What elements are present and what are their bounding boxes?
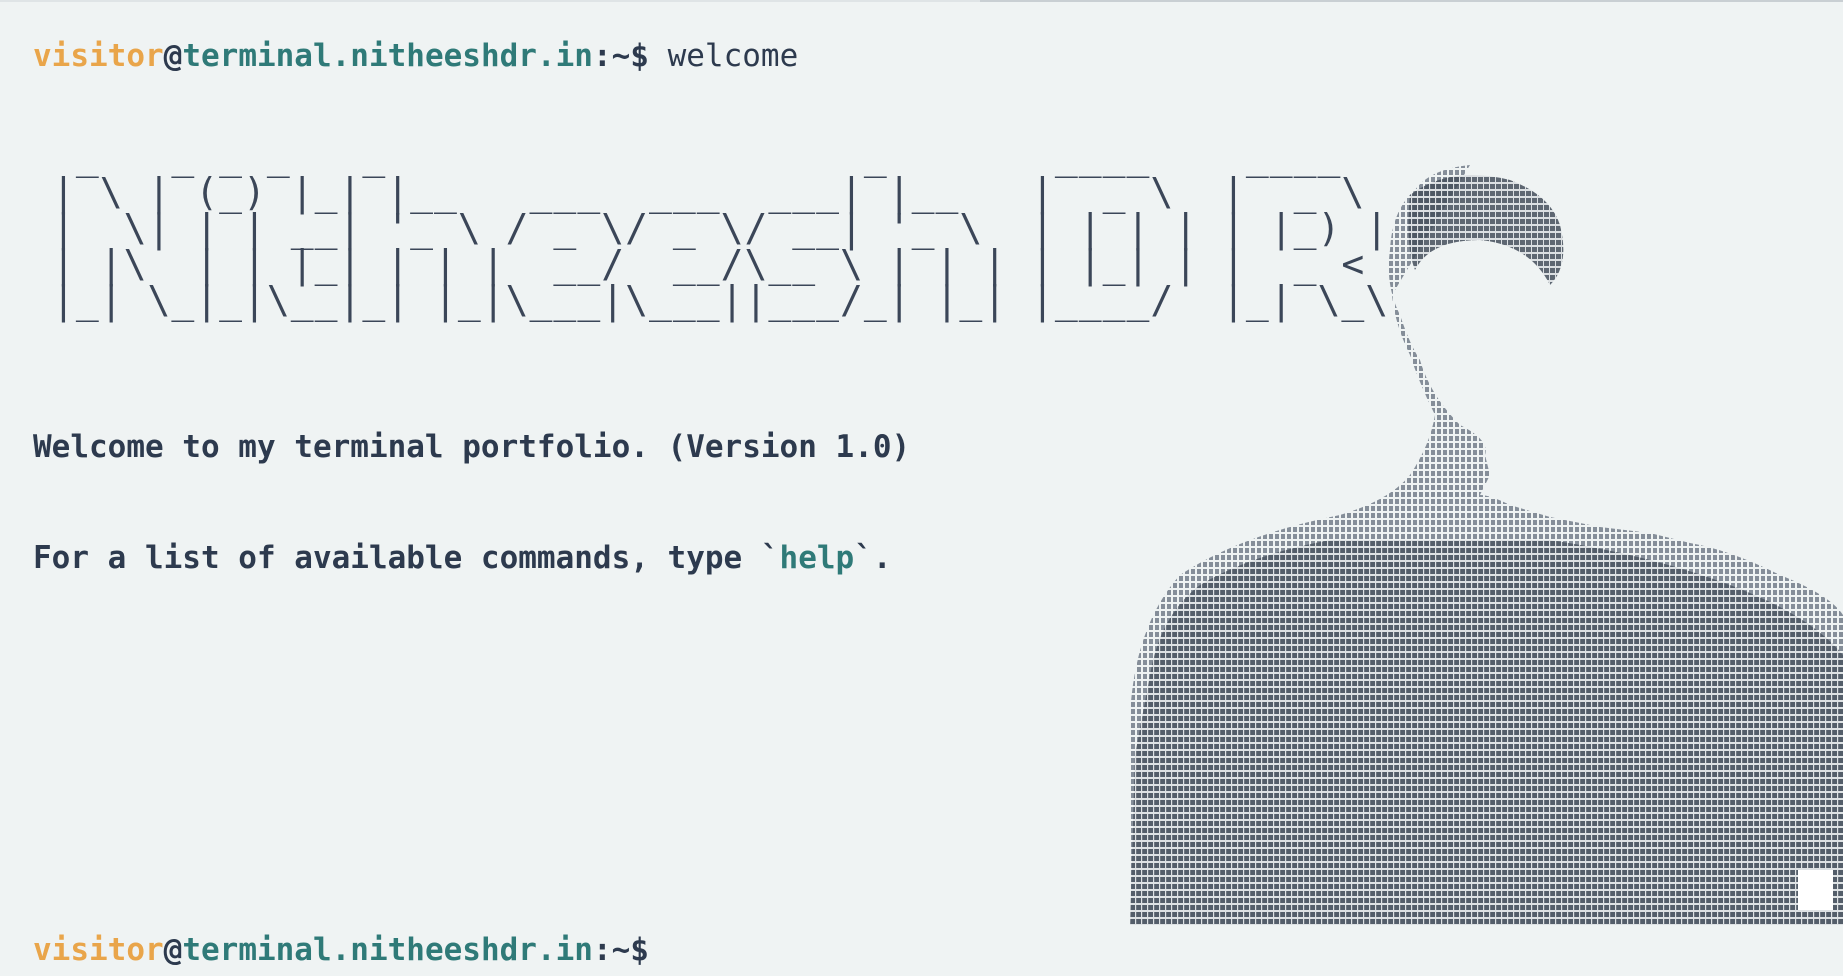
help-command-hint: help xyxy=(779,540,855,576)
window-top-border-right xyxy=(980,0,1843,2)
prompt-at: @ xyxy=(163,38,183,74)
command-prompt-line: visitor@terminal.nitheeshdr.in:~$ welcom… xyxy=(33,38,798,74)
welcome-line-2-prefix: For a list of available commands, type ` xyxy=(33,540,780,576)
prompt-command: welcome xyxy=(667,38,799,74)
prompt-user: visitor xyxy=(33,932,164,968)
prompt-path: :~$ xyxy=(592,38,649,74)
ascii-portrait-image xyxy=(1130,165,1843,925)
welcome-line-1: Welcome to my terminal portfolio. (Versi… xyxy=(33,429,911,465)
welcome-message: Welcome to my terminal portfolio. (Versi… xyxy=(33,355,910,614)
welcome-line-2: For a list of available commands, type `… xyxy=(33,540,910,577)
prompt-path: :~$ xyxy=(592,932,649,968)
prompt-at: @ xyxy=(163,932,183,968)
prompt-host: terminal.nitheeshdr.in xyxy=(182,38,593,74)
prompt-host: terminal.nitheeshdr.in xyxy=(182,932,593,968)
command-prompt-input-line[interactable]: visitor@terminal.nitheeshdr.in:~$ xyxy=(33,932,649,968)
welcome-line-2-suffix: `. xyxy=(854,540,892,576)
prompt-user: visitor xyxy=(33,38,164,74)
